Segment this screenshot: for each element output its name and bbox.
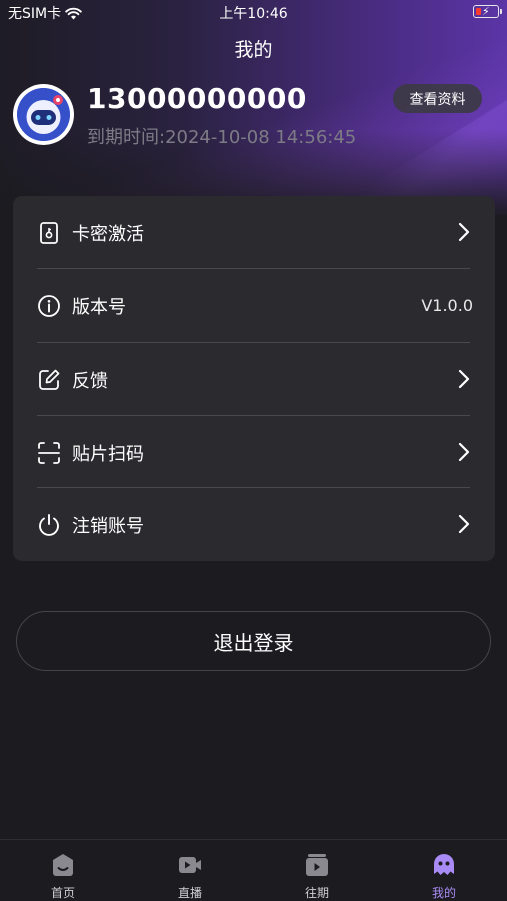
menu-item-version: 版本号 V1.0.0 bbox=[13, 269, 495, 341]
chevron-right-icon bbox=[458, 222, 470, 242]
tab-label: 往期 bbox=[304, 886, 329, 900]
tab-live[interactable]: 直播 bbox=[127, 840, 253, 901]
menu-item-delete-account[interactable]: 注销账号 bbox=[13, 488, 495, 560]
view-profile-button[interactable]: 查看资料 bbox=[393, 84, 482, 113]
tab-home[interactable]: 首页 bbox=[0, 840, 126, 901]
menu-item-label: 反馈 bbox=[72, 371, 108, 392]
tab-profile[interactable]: 我的 bbox=[381, 840, 507, 901]
home-icon bbox=[53, 854, 73, 876]
tab-bar: 首页 直播 往期 我的 bbox=[0, 839, 507, 901]
chevron-right-icon bbox=[458, 514, 470, 534]
settings-card: 卡密激活 版本号 V1.0.0 反馈 贴片扫码 注销账号 bbox=[13, 196, 495, 561]
profile-icon bbox=[434, 854, 454, 875]
tab-label: 首页 bbox=[50, 886, 75, 900]
battery-icon: ⚡ bbox=[473, 5, 502, 18]
menu-item-label: 贴片扫码 bbox=[72, 444, 144, 465]
menu-item-label: 版本号 bbox=[72, 297, 126, 318]
chevron-right-icon bbox=[458, 442, 470, 462]
menu-item-label: 卡密激活 bbox=[72, 224, 144, 245]
menu-item-feedback[interactable]: 反馈 bbox=[13, 343, 495, 415]
chevron-right-icon bbox=[458, 369, 470, 389]
menu-item-label: 注销账号 bbox=[72, 516, 144, 537]
power-icon bbox=[39, 514, 59, 536]
logout-button[interactable]: 退出登录 bbox=[16, 611, 491, 671]
tab-archive[interactable]: 往期 bbox=[254, 840, 380, 901]
user-phone: 13000000000 bbox=[87, 82, 307, 115]
status-time: 上午10:46 bbox=[219, 6, 288, 22]
menu-item-scan[interactable]: 贴片扫码 bbox=[13, 416, 495, 488]
version-value: V1.0.0 bbox=[421, 296, 473, 315]
status-bar: 无SIM卡 上午10:46 ⚡ bbox=[0, 0, 507, 24]
robot-avatar-icon bbox=[17, 88, 70, 141]
live-icon bbox=[179, 857, 201, 873]
scan-icon bbox=[38, 442, 60, 464]
archive-icon bbox=[306, 854, 328, 876]
avatar[interactable] bbox=[13, 84, 74, 145]
menu-item-card-activation[interactable]: 卡密激活 bbox=[13, 196, 495, 268]
tab-label: 直播 bbox=[177, 886, 202, 900]
page-title: 我的 bbox=[234, 39, 273, 61]
card-key-icon bbox=[40, 222, 58, 244]
expiration-time: 到期时间:2024-10-08 14:56:45 bbox=[87, 127, 357, 148]
edit-icon bbox=[39, 369, 60, 390]
info-icon bbox=[38, 295, 60, 317]
tab-label: 我的 bbox=[431, 886, 456, 900]
